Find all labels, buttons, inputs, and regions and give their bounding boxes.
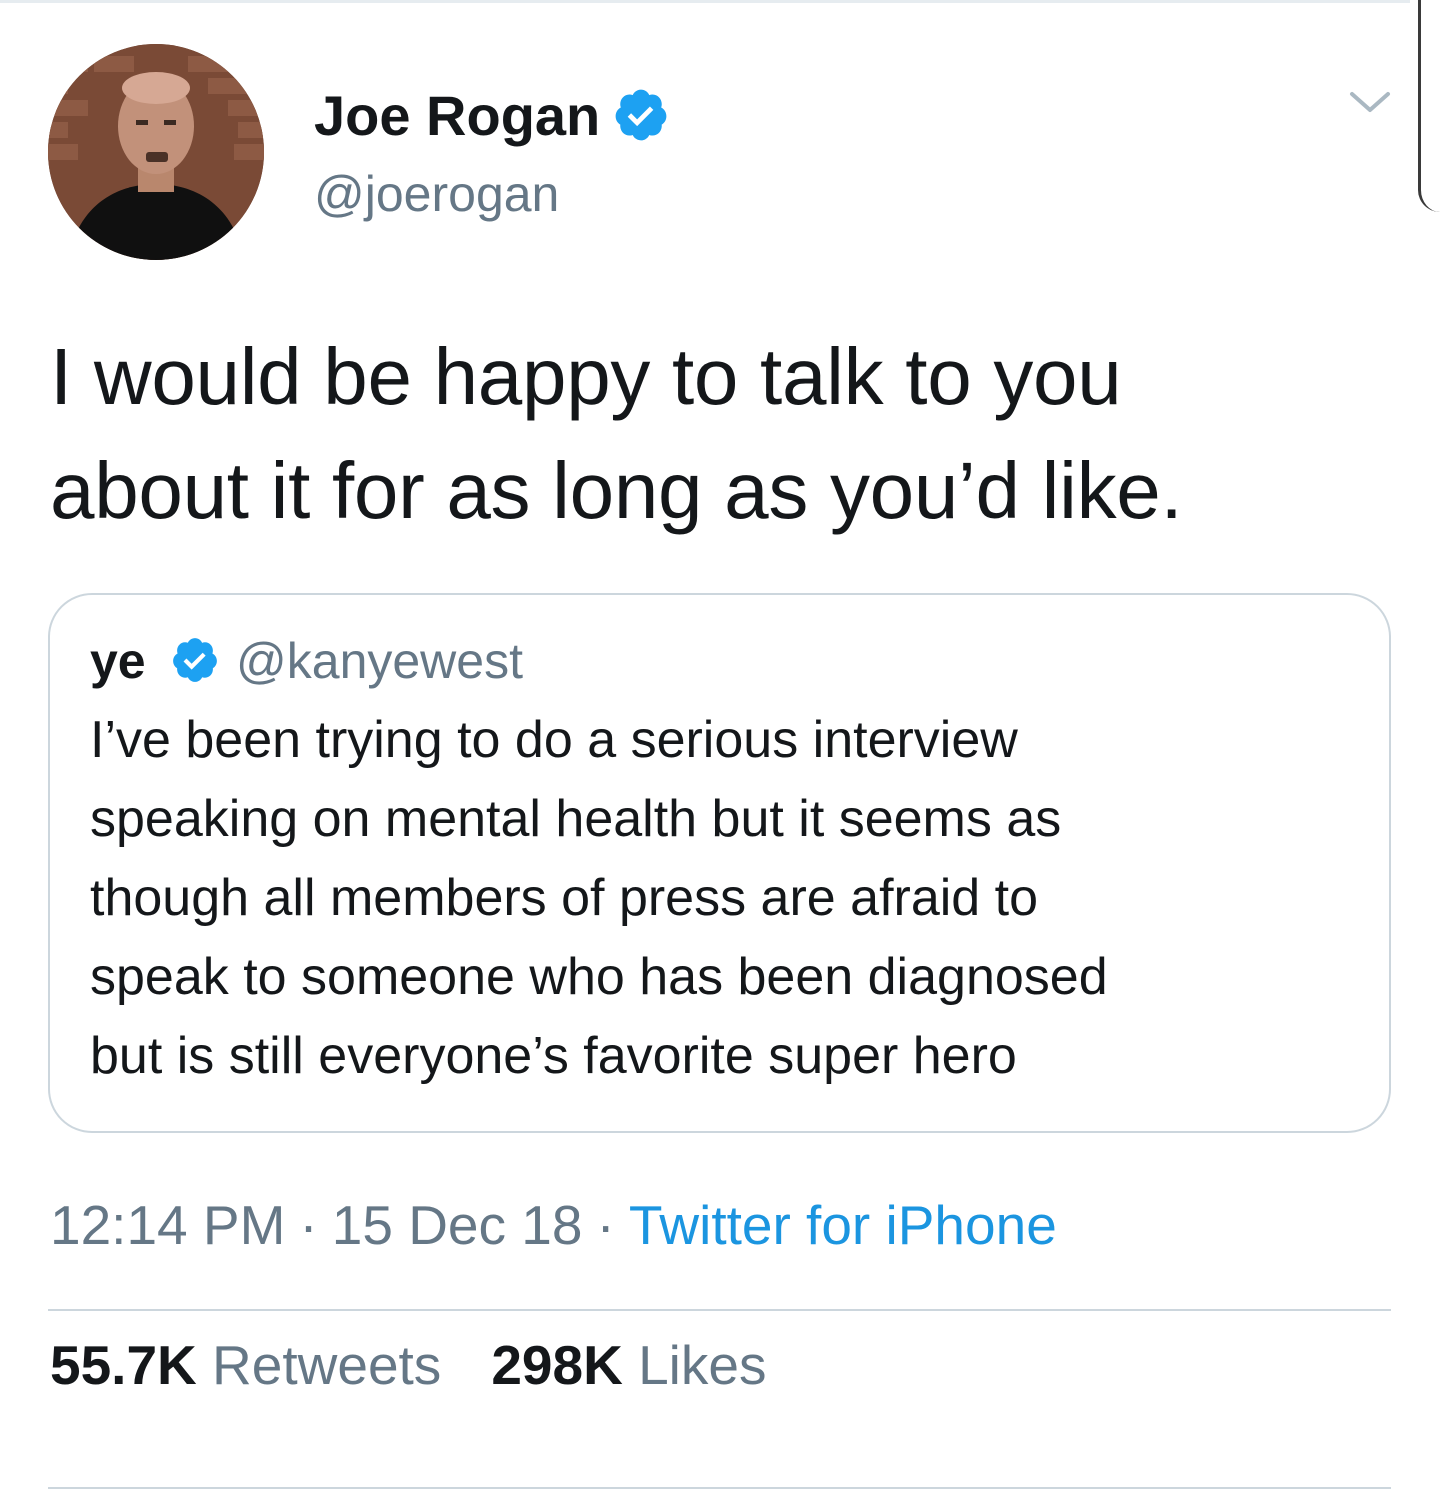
tweet-time[interactable]: 12:14 PM (50, 1194, 285, 1256)
likes-label: Likes (638, 1334, 767, 1396)
retweets-stat[interactable]: 55.7K Retweets (50, 1334, 441, 1396)
top-divider (0, 0, 1410, 3)
screen-edge (1418, 0, 1440, 212)
stats-divider-bottom (48, 1487, 1391, 1489)
quoted-author-handle: @kanyewest (236, 633, 523, 689)
meta-separator: · (299, 1194, 318, 1256)
stats-divider-top (48, 1309, 1391, 1311)
quoted-author-display-name: ye (90, 633, 146, 689)
quoted-text-line: though all members of press are afraid t… (90, 869, 1039, 927)
author-handle[interactable]: @joerogan (314, 164, 559, 224)
retweets-label: Retweets (212, 1334, 442, 1396)
quoted-text-line: I’ve been trying to do a serious intervi… (90, 711, 1018, 769)
quoted-tweet-card[interactable]: ye @kanyewest I’ve been trying to do a s… (48, 593, 1391, 1133)
likes-stat[interactable]: 298K Likes (491, 1334, 766, 1396)
quoted-text-line: speak to someone who has been diagnosed (90, 948, 1108, 1006)
quoted-tweet-text: I’ve been trying to do a serious intervi… (90, 701, 1370, 1096)
likes-count: 298K (491, 1334, 623, 1396)
quoted-text-line: speaking on mental health but it seems a… (90, 790, 1062, 848)
tweet-text-line: about it for as long as you’d like. (50, 446, 1183, 535)
verified-badge-icon (173, 638, 217, 682)
tweet-source-link[interactable]: Twitter for iPhone (629, 1194, 1057, 1256)
profile-photo-icon (48, 44, 264, 260)
tweet-text-line: I would be happy to talk to you (50, 332, 1122, 421)
meta-separator: · (596, 1194, 615, 1256)
tweet-text: I would be happy to talk to you about it… (50, 320, 1380, 548)
tweet-date[interactable]: 15 Dec 18 (332, 1194, 583, 1256)
retweets-count: 55.7K (50, 1334, 197, 1396)
avatar[interactable] (48, 44, 264, 260)
tweet-stats: 55.7K Retweets 298K Likes (50, 1330, 766, 1400)
chevron-down-icon[interactable] (1346, 82, 1394, 122)
verified-badge-icon (615, 89, 667, 141)
author-display-name[interactable]: Joe Rogan (314, 84, 600, 148)
tweet-meta: 12:14 PM · 15 Dec 18 · Twitter for iPhone (50, 1190, 1057, 1260)
quoted-text-line: but is still everyone’s favorite super h… (90, 1027, 1017, 1085)
